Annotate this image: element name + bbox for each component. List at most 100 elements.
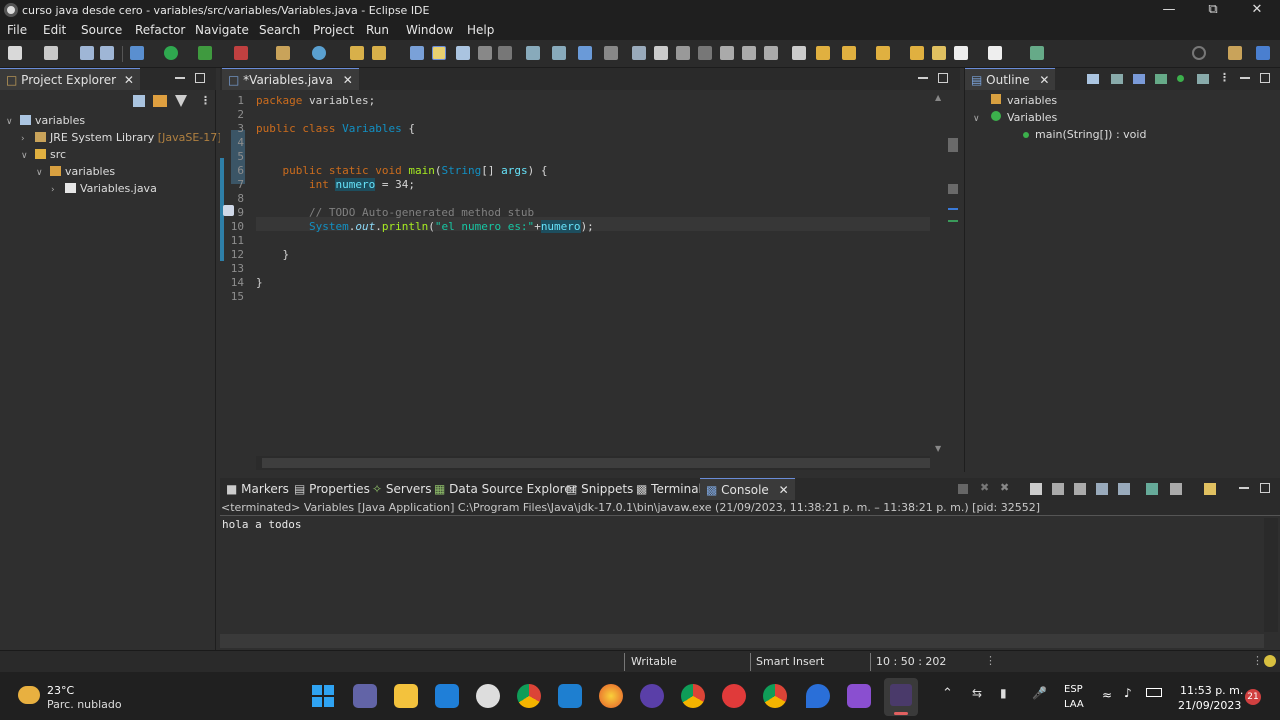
- terminal-toolbar-icon[interactable]: [1030, 46, 1044, 60]
- editor-horizontal-scrollbar[interactable]: [256, 456, 930, 470]
- firefox-dev-icon[interactable]: [640, 684, 664, 708]
- run-coverage-icon[interactable]: [198, 46, 212, 60]
- code-line[interactable]: }: [256, 248, 289, 262]
- close-icon[interactable]: ✕: [124, 73, 134, 87]
- link-editor-icon[interactable]: [153, 95, 167, 107]
- menu-source[interactable]: Source: [81, 23, 122, 37]
- maximize-view-icon[interactable]: [1260, 73, 1270, 83]
- outline-item[interactable]: variables: [973, 92, 1057, 109]
- menu-refactor[interactable]: Refactor: [135, 23, 185, 37]
- minimize-view-icon[interactable]: [1239, 487, 1249, 489]
- chevron-down-icon[interactable]: ∨: [973, 111, 987, 128]
- step-return-icon[interactable]: [764, 46, 778, 60]
- tree-item[interactable]: › Variables.java: [51, 180, 157, 197]
- weather-desc[interactable]: Parc. nublado: [47, 698, 122, 711]
- code-line[interactable]: package variables;: [256, 94, 375, 108]
- file-explorer-icon[interactable]: [394, 684, 418, 708]
- keyboard-layout[interactable]: LAA: [1064, 699, 1084, 710]
- show-whitespace-icon[interactable]: [498, 46, 512, 60]
- firefox-icon[interactable]: [599, 684, 623, 708]
- view-menu-icon[interactable]: ⋮: [1219, 71, 1230, 84]
- meet-icon[interactable]: ▮: [1000, 686, 1007, 700]
- next-edit-icon[interactable]: [816, 46, 830, 60]
- minimize-view-icon[interactable]: [1240, 77, 1250, 79]
- menu-navigate[interactable]: Navigate: [195, 23, 249, 37]
- vscode-icon[interactable]: [558, 684, 582, 708]
- close-icon[interactable]: ✕: [343, 73, 353, 87]
- save-all-icon[interactable]: [100, 46, 114, 60]
- maps-icon[interactable]: [806, 684, 830, 708]
- chrome-profile-icon[interactable]: [681, 684, 705, 708]
- next-annotation-icon[interactable]: [552, 46, 566, 60]
- sort-icon[interactable]: [1111, 74, 1123, 84]
- overview-ruler-thumb[interactable]: [948, 138, 958, 152]
- filter-icon[interactable]: [175, 95, 187, 107]
- maximize-view-icon[interactable]: [1260, 483, 1270, 493]
- block-selection-icon[interactable]: [456, 46, 470, 60]
- code-line[interactable]: System.out.println("el numero es:"+numer…: [256, 220, 594, 234]
- maximize-button[interactable]: ⧉: [1190, 0, 1236, 21]
- weather-icon[interactable]: [18, 686, 40, 704]
- minimize-button[interactable]: —: [1146, 0, 1192, 21]
- clear-console-icon[interactable]: [1030, 483, 1042, 495]
- menu-window[interactable]: Window: [406, 23, 453, 37]
- language-code[interactable]: ESP: [1064, 684, 1083, 695]
- minimize-editor-icon[interactable]: [918, 77, 928, 79]
- menu-search[interactable]: Search: [259, 23, 300, 37]
- code-area[interactable]: 1 2 3 4 5 6 7 8 9 10 11 12 13 14 15 package variables;…: [220, 90, 930, 456]
- open-console-icon[interactable]: [1204, 483, 1216, 495]
- java-perspective-icon[interactable]: [1256, 46, 1270, 60]
- show-stderr-icon[interactable]: [1118, 483, 1130, 495]
- chevron-down-icon[interactable]: ∨: [6, 114, 18, 131]
- status-menu-icon[interactable]: ⋮: [985, 654, 996, 667]
- code-line[interactable]: }: [256, 276, 263, 290]
- new-java-project-icon[interactable]: [276, 46, 290, 60]
- word-wrap-icon[interactable]: [478, 46, 492, 60]
- maximize-editor-icon[interactable]: [938, 73, 948, 83]
- disconnect-icon[interactable]: [698, 46, 712, 60]
- minimize-view-icon[interactable]: [175, 77, 185, 79]
- tab-variables-java[interactable]: □ *Variables.java ✕: [222, 68, 359, 90]
- microphone-icon[interactable]: 🎤: [1032, 686, 1047, 700]
- pin-console-icon[interactable]: [1146, 483, 1158, 495]
- last-edit-icon[interactable]: [842, 46, 856, 60]
- back-icon[interactable]: [954, 46, 968, 60]
- debug-view-icon[interactable]: [578, 46, 592, 60]
- scroll-up-icon[interactable]: ▲: [935, 93, 941, 102]
- pin-icon[interactable]: [876, 46, 890, 60]
- tab-servers[interactable]: ✧ Servers: [366, 478, 438, 500]
- show-stdout-icon[interactable]: [1096, 483, 1108, 495]
- tree-item[interactable]: ∨ src: [21, 146, 66, 163]
- debug-icon[interactable]: [130, 46, 144, 60]
- tab-terminal[interactable]: ▩ Terminal: [630, 478, 708, 500]
- editor-vertical-scrollbar[interactable]: ▲ ▼: [932, 90, 946, 456]
- menu-run[interactable]: Run: [366, 23, 389, 37]
- chevron-down-icon[interactable]: ∨: [36, 165, 48, 182]
- notification-icon[interactable]: [1264, 655, 1276, 667]
- tab-console[interactable]: ▩ Console ✕: [700, 478, 795, 500]
- github-icon[interactable]: [476, 684, 500, 708]
- chrome-profile-icon[interactable]: [763, 684, 787, 708]
- step-over-icon[interactable]: [742, 46, 756, 60]
- clock-date[interactable]: 21/09/2023: [1178, 699, 1241, 712]
- chevron-down-icon[interactable]: ∨: [21, 148, 33, 165]
- scroll-lock-icon[interactable]: [1052, 483, 1064, 495]
- chrome-icon[interactable]: [517, 684, 541, 708]
- code-line[interactable]: public static void main(String[] args) {: [256, 164, 548, 178]
- status-menu-icon[interactable]: ⋮: [1252, 654, 1263, 667]
- back-history-icon[interactable]: [910, 46, 924, 60]
- console-horizontal-scrollbar[interactable]: [220, 634, 1264, 648]
- collapse-all-icon[interactable]: [133, 95, 145, 107]
- open-perspective-icon[interactable]: [1228, 46, 1242, 60]
- forward-history-icon[interactable]: [932, 46, 946, 60]
- skip-breakpoints-icon[interactable]: [604, 46, 618, 60]
- remove-launch-icon[interactable]: ✖: [980, 481, 989, 494]
- tree-item[interactable]: › JRE System Library [JavaSE-17]: [21, 129, 222, 146]
- show-hidden-icons[interactable]: ⌃: [942, 686, 953, 701]
- maximize-view-icon[interactable]: [195, 73, 205, 83]
- tab-properties[interactable]: ▤ Properties: [288, 478, 376, 500]
- scroll-down-icon[interactable]: ▼: [935, 444, 941, 453]
- menu-edit[interactable]: Edit: [43, 23, 66, 37]
- console-vertical-scrollbar[interactable]: [1264, 518, 1278, 632]
- volume-icon[interactable]: ♪: [1124, 686, 1132, 700]
